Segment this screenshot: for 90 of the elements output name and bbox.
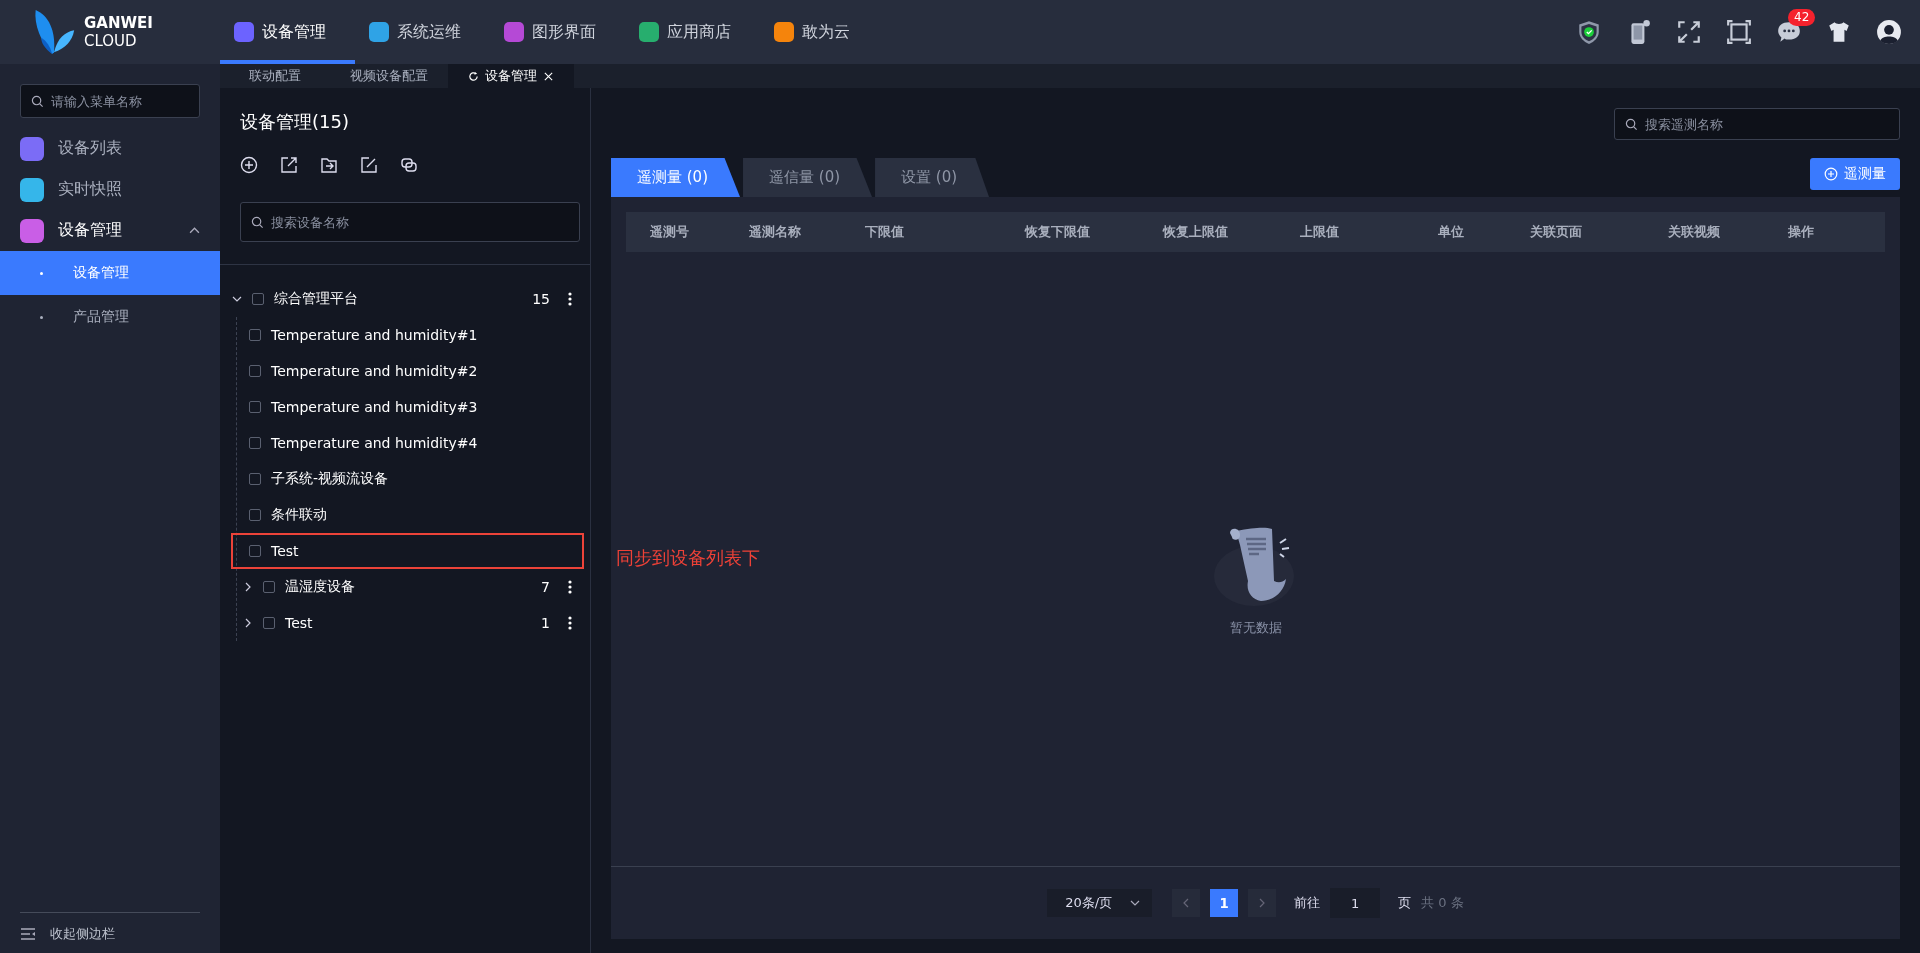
checkbox[interactable] — [263, 581, 275, 593]
tshirt-icon[interactable] — [1826, 19, 1852, 45]
tree-node-label[interactable]: 综合管理平台 — [274, 290, 523, 308]
checkbox[interactable] — [249, 509, 261, 521]
column-header: 恢复上限值 — [1163, 223, 1229, 241]
column-header: 上限值 — [1300, 223, 1340, 241]
page-size-select[interactable]: 20条/页 — [1047, 889, 1153, 917]
chevron-icon — [1130, 900, 1141, 906]
add-telemetry-button[interactable]: 遥测量 — [1810, 158, 1900, 190]
nav-tab[interactable]: 应用商店 — [625, 0, 760, 64]
telemetry-search-field[interactable]: 搜索遥测名称 — [1614, 108, 1900, 140]
checkbox[interactable] — [249, 401, 261, 413]
menu-item[interactable]: 设备管理 — [0, 210, 220, 251]
menu-search-field[interactable]: 请输入菜单名称 — [20, 84, 200, 118]
tree-node-label[interactable]: Temperature and humidity#3 — [271, 399, 572, 415]
frame-icon[interactable] — [1726, 19, 1752, 45]
chevron-icon[interactable] — [243, 618, 253, 628]
tree-node-label[interactable]: 温湿度设备 — [285, 578, 532, 596]
panel-title: 设备管理(15) — [239, 110, 350, 134]
tree-node-label[interactable]: Temperature and humidity#2 — [271, 363, 572, 379]
node-count: 15 — [532, 291, 550, 307]
menu-item[interactable]: 设备列表 — [0, 128, 220, 169]
add-icon — [1824, 167, 1838, 181]
page-tab[interactable]: 视频设备配置 — [330, 64, 448, 88]
add-icon[interactable] — [240, 156, 258, 174]
chevron-icon[interactable] — [243, 582, 253, 592]
page-tab[interactable]: 设备管理 — [448, 64, 574, 88]
checkbox[interactable] — [249, 437, 261, 449]
column-header: 关联视频 — [1668, 223, 1721, 241]
goto-label: 前往 — [1294, 894, 1321, 912]
chat-bubble-icon[interactable] — [1776, 19, 1802, 45]
device-search-field[interactable]: 搜索设备名称 — [240, 202, 580, 242]
refresh-icon[interactable] — [468, 70, 479, 82]
chevron-icon — [189, 227, 200, 234]
total-count: 共 0 条 — [1421, 894, 1464, 912]
nav-tab[interactable]: 敢为云 — [760, 0, 895, 64]
checkbox[interactable] — [252, 293, 264, 305]
submenu-item[interactable]: 产品管理 — [0, 295, 220, 339]
collapse-sidebar-link[interactable]: 收起侧边栏 — [50, 925, 115, 943]
tree-node-label[interactable]: Temperature and humidity#1 — [271, 327, 572, 343]
tree-node-label[interactable]: Test — [285, 615, 532, 631]
nav-tab[interactable]: 图形界面 — [490, 0, 625, 64]
more-icon[interactable] — [568, 292, 572, 306]
annotation-note: 同步到设备列表下 — [616, 546, 760, 570]
brand-name: GANWEI — [84, 14, 153, 32]
column-header: 关联页面 — [1530, 223, 1583, 241]
shield-check-icon[interactable] — [1576, 19, 1602, 45]
chevron-icon — [1183, 898, 1190, 908]
page-number-button[interactable]: 1 — [1210, 889, 1239, 917]
more-icon[interactable] — [568, 616, 572, 630]
submenu-item[interactable]: 设备管理 — [0, 251, 220, 295]
chevron-icon — [1259, 898, 1266, 908]
import-folder-icon[interactable] — [320, 156, 338, 174]
empty-state-text: 暂无数据 — [1229, 619, 1282, 637]
tree-node-label[interactable]: 子系统-视频流设备 — [271, 470, 572, 488]
menu-item[interactable]: 实时快照 — [0, 169, 220, 210]
brand-subtitle: CLOUD — [84, 32, 138, 50]
checkbox[interactable] — [249, 473, 261, 485]
column-header: 操作 — [1788, 223, 1814, 241]
column-header: 恢复下限值 — [1025, 223, 1091, 241]
tree-node-label[interactable]: Test — [271, 543, 572, 559]
column-header: 单位 — [1438, 223, 1465, 241]
export-icon[interactable] — [280, 156, 298, 174]
column-header: 遥测名称 — [749, 223, 802, 241]
checkbox[interactable] — [263, 617, 275, 629]
close-icon[interactable] — [543, 70, 554, 82]
page-tab[interactable]: 联动配置 — [220, 64, 330, 88]
node-count: 1 — [541, 615, 550, 631]
edit-icon[interactable] — [360, 156, 378, 174]
link-icon[interactable] — [400, 156, 418, 174]
tree-node-label[interactable]: 条件联动 — [271, 506, 572, 524]
fullscreen-icon[interactable] — [1676, 19, 1702, 45]
tab[interactable]: 设置 (0) — [875, 158, 990, 197]
checkbox[interactable] — [249, 545, 261, 557]
chevron-icon[interactable] — [232, 294, 242, 304]
tab[interactable]: 遥信量 (0) — [743, 158, 873, 197]
avatar-icon[interactable] — [1876, 19, 1902, 45]
more-icon[interactable] — [568, 580, 572, 594]
checkbox[interactable] — [249, 329, 261, 341]
column-header: 下限值 — [865, 223, 905, 241]
node-count: 7 — [541, 579, 550, 595]
goto-page-field[interactable]: 1 — [1330, 888, 1381, 918]
notification-badge: 42 — [1788, 9, 1816, 26]
checkbox[interactable] — [249, 365, 261, 377]
tab[interactable]: 遥测量 (0) — [611, 158, 740, 197]
page-unit-label: 页 — [1398, 894, 1412, 912]
tree-node-label[interactable]: Temperature and humidity#4 — [271, 435, 572, 451]
nav-tab[interactable]: 系统运维 — [355, 0, 490, 64]
column-header: 遥测号 — [650, 223, 690, 241]
collapse-icon[interactable] — [20, 927, 36, 941]
